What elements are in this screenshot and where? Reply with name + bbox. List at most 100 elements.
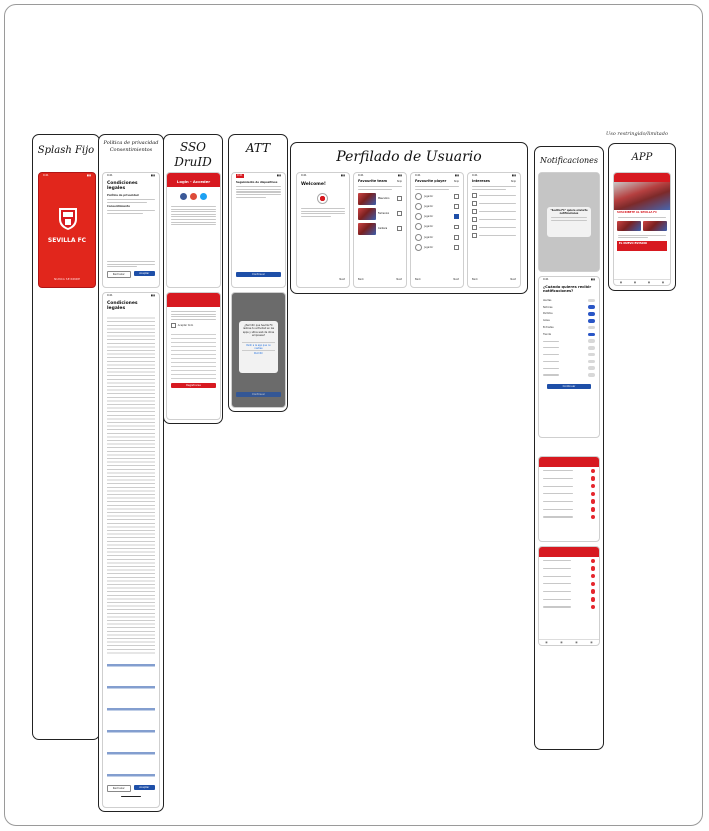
player-avatar-icon <box>415 233 422 241</box>
player-avatar-icon <box>415 203 422 211</box>
welcome-title: Welcome! <box>301 182 326 187</box>
notifications-continue-button[interactable]: Continuar <box>547 384 591 390</box>
interests-back-button[interactable]: Back <box>472 278 478 281</box>
player-next-button[interactable]: Next <box>453 278 459 281</box>
app-banner: EL NUEVO ESTADIO <box>617 241 667 252</box>
sso-title-1: SSO <box>179 140 207 154</box>
notif-item[interactable] <box>539 475 599 483</box>
team-title: Favourite team <box>358 179 388 183</box>
team-option-1[interactable]: Masculino <box>358 192 402 205</box>
app-headline: SUSCRIBETE AL SEVILLA FC <box>617 211 657 214</box>
att-continue-button[interactable]: Continuar <box>236 272 281 277</box>
interest-option[interactable] <box>468 207 520 215</box>
notifications-settings-screen: 9:41 ▮▮▮ ¿Cuándo quieres recibir notifica… <box>538 276 600 438</box>
interests-title: Intereses <box>472 179 490 183</box>
notif-toggle-row[interactable]: Tienda <box>539 331 599 338</box>
sevilla-crest-icon <box>317 193 328 204</box>
interests-skip-button[interactable]: Skip <box>511 180 516 183</box>
notifications-screen-1: "Sevilla FC" quiere enviarte notificacio… <box>538 172 600 272</box>
player-skip-button[interactable]: Skip <box>454 180 459 183</box>
att-screen-2: ¿Permitir que Sevilla FC rastree tu acti… <box>231 292 286 408</box>
notif-item[interactable] <box>539 467 599 475</box>
interests-next-button[interactable]: Next <box>510 278 516 281</box>
player-row[interactable]: Jugador <box>411 201 463 211</box>
notif-item[interactable] <box>539 505 599 513</box>
notif-item[interactable] <box>539 572 599 580</box>
reject-button[interactable]: Rechazar <box>107 270 131 278</box>
sso-title-2: DruID <box>174 155 212 169</box>
notif-toggle-row[interactable]: Noticias <box>539 304 599 311</box>
att-allow-button[interactable]: Permitir <box>242 349 275 355</box>
interest-option[interactable] <box>468 215 520 223</box>
app-note: Uso restringido/limitado <box>606 131 668 137</box>
google-icon[interactable] <box>190 193 197 200</box>
notif-toggle-row[interactable]: Entradas <box>539 324 599 331</box>
sevilla-crest-icon <box>58 207 78 231</box>
notif-item[interactable] <box>539 565 599 573</box>
player-row[interactable]: Jugador <box>411 222 463 232</box>
interest-option[interactable] <box>468 191 520 199</box>
profiling-title: Perfilado de Usuario <box>336 149 482 165</box>
splash-screen: 9:41 ▮▮▮ SEVILLA FC NUNCA SE RINDE <box>38 172 96 288</box>
splash-frame-title: Splash Fijo <box>37 145 95 156</box>
notif-item[interactable] <box>539 603 599 611</box>
notif-item[interactable] <box>539 490 599 498</box>
att-dialog-text: ¿Permitir que Sevilla FC rastree tu acti… <box>242 324 275 338</box>
accept-button[interactable]: Aceptar <box>133 270 155 276</box>
splash-tagline: NUNCA SE RINDE <box>54 277 80 281</box>
team-option-2[interactable]: Femenino <box>358 207 402 220</box>
team-next-button[interactable]: Next <box>396 278 402 281</box>
player-row[interactable]: Jugador <box>411 191 463 201</box>
player-title: Favourite player <box>415 179 447 183</box>
notif-toggle-row[interactable]: Partidos <box>539 311 599 318</box>
notif-item[interactable] <box>539 482 599 490</box>
accept-button-2[interactable]: Aceptar <box>133 785 155 790</box>
app-title: APP <box>631 152 653 163</box>
notif-item[interactable] <box>539 557 599 565</box>
sso-legal-row[interactable]: Aceptar todo <box>167 321 220 329</box>
notif-toggle-row[interactable]: Alertas <box>539 297 599 304</box>
team-option-3[interactable]: Cantera <box>358 222 402 235</box>
att-ask-button[interactable]: Pedir a la app que no rastree <box>242 341 275 350</box>
player-back-button[interactable]: Back <box>415 278 421 281</box>
notif-item[interactable] <box>539 498 599 506</box>
welcome-next-button[interactable]: Next <box>339 278 345 281</box>
sso-submit-button[interactable]: Registrarse <box>171 383 216 389</box>
notif-item[interactable] <box>539 513 599 521</box>
player-row[interactable]: Jugador <box>411 242 463 252</box>
sso-header: Login - Acceder <box>167 173 220 187</box>
player-avatar-icon <box>415 243 422 251</box>
app-home-screen: SUSCRIBETE AL SEVILLA FC EL NUEVO ESTADI… <box>613 172 671 286</box>
notif-item[interactable] <box>539 588 599 596</box>
notifications-list-screen-1 <box>538 456 600 542</box>
team-back-button[interactable]: Back <box>358 278 364 281</box>
att-continue-button-2[interactable]: Continuar <box>236 392 281 397</box>
team-skip-button[interactable]: Skip <box>397 180 402 183</box>
player-row[interactable]: Jugador <box>411 212 463 222</box>
notif-item[interactable] <box>539 595 599 603</box>
app-hero-image <box>614 182 670 210</box>
player-row[interactable]: Jugador <box>411 232 463 242</box>
interest-option[interactable] <box>468 199 520 207</box>
privacy-title-1: Política de privacidad <box>103 140 159 146</box>
reject-button-2[interactable]: Rechazar <box>107 785 131 792</box>
profiling-player-screen: 9:41 ▮▮▮ Favourite player Skip Jugador Jug… <box>410 172 464 288</box>
sso-login-screen: Login - Acceder <box>166 172 221 288</box>
privacy-title-2: Consentimientos <box>109 147 153 153</box>
interest-option[interactable] <box>468 223 520 231</box>
privacy-screen-2-title: Condiciones legales <box>107 301 138 311</box>
att-screen-title: Seguimiento de dispositivos <box>236 181 278 184</box>
notif-item[interactable] <box>539 580 599 588</box>
profiling-team-screen: 9:41 ▮▮▮ Favourite team Skip Masculino Fem… <box>353 172 407 288</box>
interest-option[interactable] <box>468 231 520 239</box>
splash-brand: SEVILLA FC <box>47 237 87 244</box>
facebook-icon[interactable] <box>180 193 187 200</box>
notifications-list-screen-2: ■ ■ ■ ■ <box>538 546 600 646</box>
profiling-interests-screen: 9:41 ▮▮▮ Intereses Skip Back Next <box>467 172 521 288</box>
twitter-icon[interactable] <box>200 193 207 200</box>
privacy-section-2: Consentimiento <box>107 204 131 208</box>
notifications-title: Notificaciones <box>539 156 599 165</box>
att-screen-1: 9:41 ▮▮▮ Seguimiento de dispositivos Cont… <box>231 172 286 288</box>
notifications-question: ¿Cuándo quieres recibir notificaciones? <box>543 285 592 293</box>
notif-toggle-row[interactable]: Goles <box>539 317 599 324</box>
